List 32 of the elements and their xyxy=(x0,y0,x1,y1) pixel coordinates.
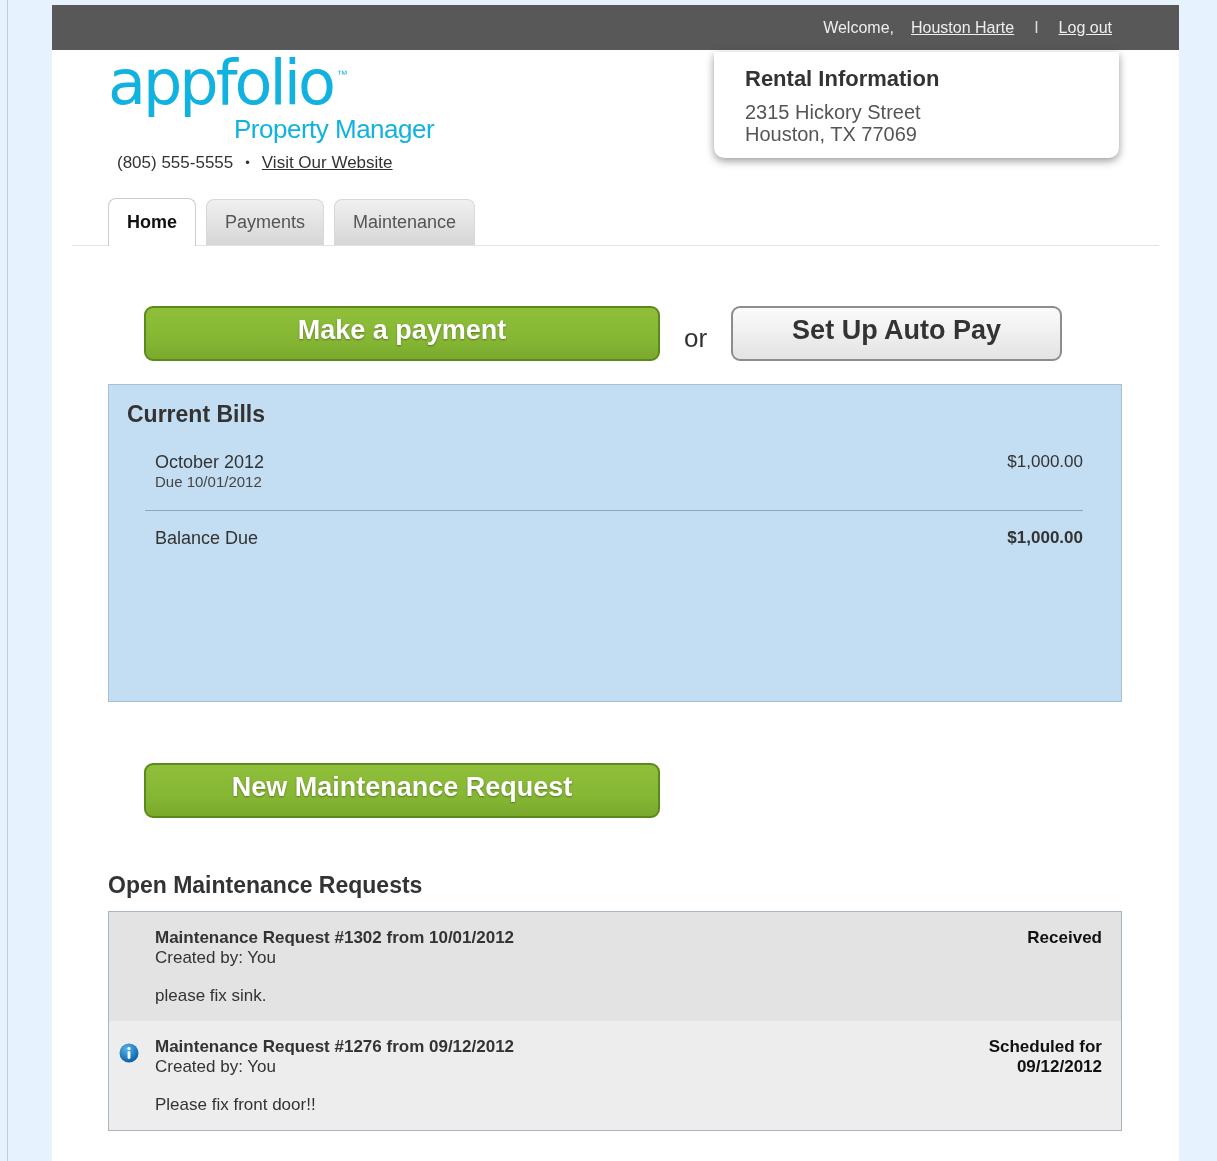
phone-text: (805) 555-5555 xyxy=(117,153,234,174)
request-status: Scheduled for xyxy=(988,1037,1102,1057)
request-creator: Created by: You xyxy=(155,948,277,968)
bills-title: Current Bills xyxy=(127,401,267,428)
or-text: or xyxy=(684,323,708,354)
user-link[interactable]: Houston Harte xyxy=(911,18,1015,37)
tab[interactable]: Home xyxy=(108,198,196,246)
address-line: Houston, TX 77069 xyxy=(745,123,918,145)
tab[interactable]: Maintenance xyxy=(334,199,476,245)
logout-link[interactable]: Log out xyxy=(1058,18,1112,37)
request-note: Please fix front door!! xyxy=(155,1095,317,1115)
balance-label: Balance Due xyxy=(155,528,259,549)
address-line: 2315 Hickory Street xyxy=(745,101,922,123)
bullet-text: • xyxy=(245,154,250,173)
section-title: Open Maintenance Requests xyxy=(108,872,424,899)
balance-amount: $1,000.00 xyxy=(1007,528,1083,549)
request-title: Maintenance Request #1302 from 10/01/2012 xyxy=(155,928,516,948)
request-creator: Created by: You xyxy=(155,1057,277,1077)
auto-pay-button[interactable]: Set Up Auto Pay xyxy=(731,306,1063,361)
welcome-text: Welcome, xyxy=(823,18,894,37)
rental-info-title: Rental Information xyxy=(745,66,941,92)
bill-amount: $1,000.00 xyxy=(1007,452,1083,473)
trademark-text: ™ xyxy=(336,68,348,80)
bill-period: October 2012 xyxy=(155,452,265,473)
bill-due-date: Due 10/01/2012 xyxy=(155,473,263,490)
request-status: Received xyxy=(1027,928,1102,948)
request-note: please fix sink. xyxy=(155,986,268,1006)
request-status: 09/12/2012 xyxy=(1015,1057,1102,1077)
request-title: Maintenance Request #1276 from 09/12/2012 xyxy=(155,1037,516,1057)
separator-text: I xyxy=(1034,18,1039,37)
website-link[interactable]: Visit Our Website xyxy=(261,153,393,174)
tab[interactable]: Payments xyxy=(206,199,325,245)
